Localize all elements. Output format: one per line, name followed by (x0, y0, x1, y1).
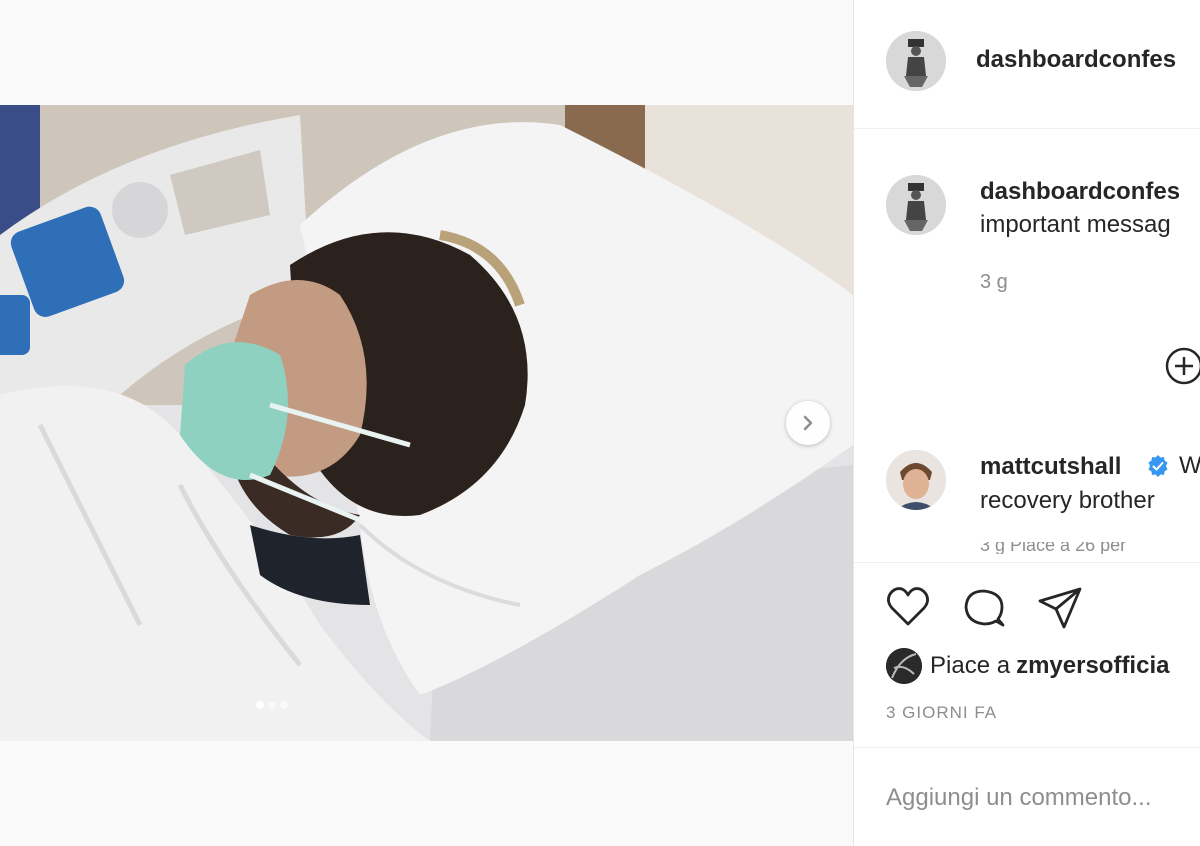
caption-avatar[interactable] (886, 175, 946, 235)
add-comment-input[interactable]: Aggiungi un commento... (886, 784, 1152, 812)
post-header: dashboardconfes (854, 0, 1200, 129)
media-area (0, 0, 853, 846)
post-photo[interactable] (0, 105, 853, 741)
commenter-avatar[interactable] (886, 450, 946, 510)
comment-text-start: W (1179, 452, 1200, 479)
next-slide-button[interactable] (786, 401, 830, 445)
avatar-image (886, 450, 946, 510)
avatar-image (886, 175, 946, 235)
plus-circle-icon[interactable] (1165, 347, 1200, 385)
paper-plane-icon[interactable] (1036, 583, 1084, 631)
verified-badge-icon (1148, 455, 1168, 477)
likes-summary: Piace a zmyersofficia (886, 648, 1169, 684)
carousel-dot (268, 701, 276, 709)
carousel-dot-active (256, 701, 264, 709)
hospital-bed-illustration (0, 105, 853, 741)
post-side-panel: dashboardconfes dashboardconfes importan… (853, 0, 1200, 846)
liker-username[interactable]: zmyersofficia (1016, 652, 1169, 680)
likes-prefix: Piace a (930, 652, 1011, 679)
avatar-image (886, 31, 946, 91)
chevron-right-icon (803, 415, 813, 431)
heart-icon[interactable] (884, 583, 932, 631)
carousel-indicator (256, 701, 288, 709)
header-username[interactable]: dashboardconfes (976, 46, 1176, 74)
caption-text: important messag (980, 211, 1171, 238)
comment-meta-text: 3 g Piace a 26 per (980, 542, 1127, 554)
caption-time[interactable]: 3 g (980, 271, 1008, 294)
author-avatar[interactable] (886, 31, 946, 91)
comment-meta: 3 g Piace a 26 per (980, 542, 1126, 554)
comment-text: recovery brother (980, 487, 1155, 514)
comment-icon[interactable] (960, 583, 1008, 631)
liker-avatar[interactable] (886, 648, 922, 684)
carousel-dot (280, 701, 288, 709)
comment-username[interactable]: mattcutshall (980, 453, 1121, 481)
post-date[interactable]: 3 GIORNI FA (886, 703, 997, 723)
avatar-image (886, 648, 922, 684)
caption-username[interactable]: dashboardconfes (980, 178, 1180, 206)
